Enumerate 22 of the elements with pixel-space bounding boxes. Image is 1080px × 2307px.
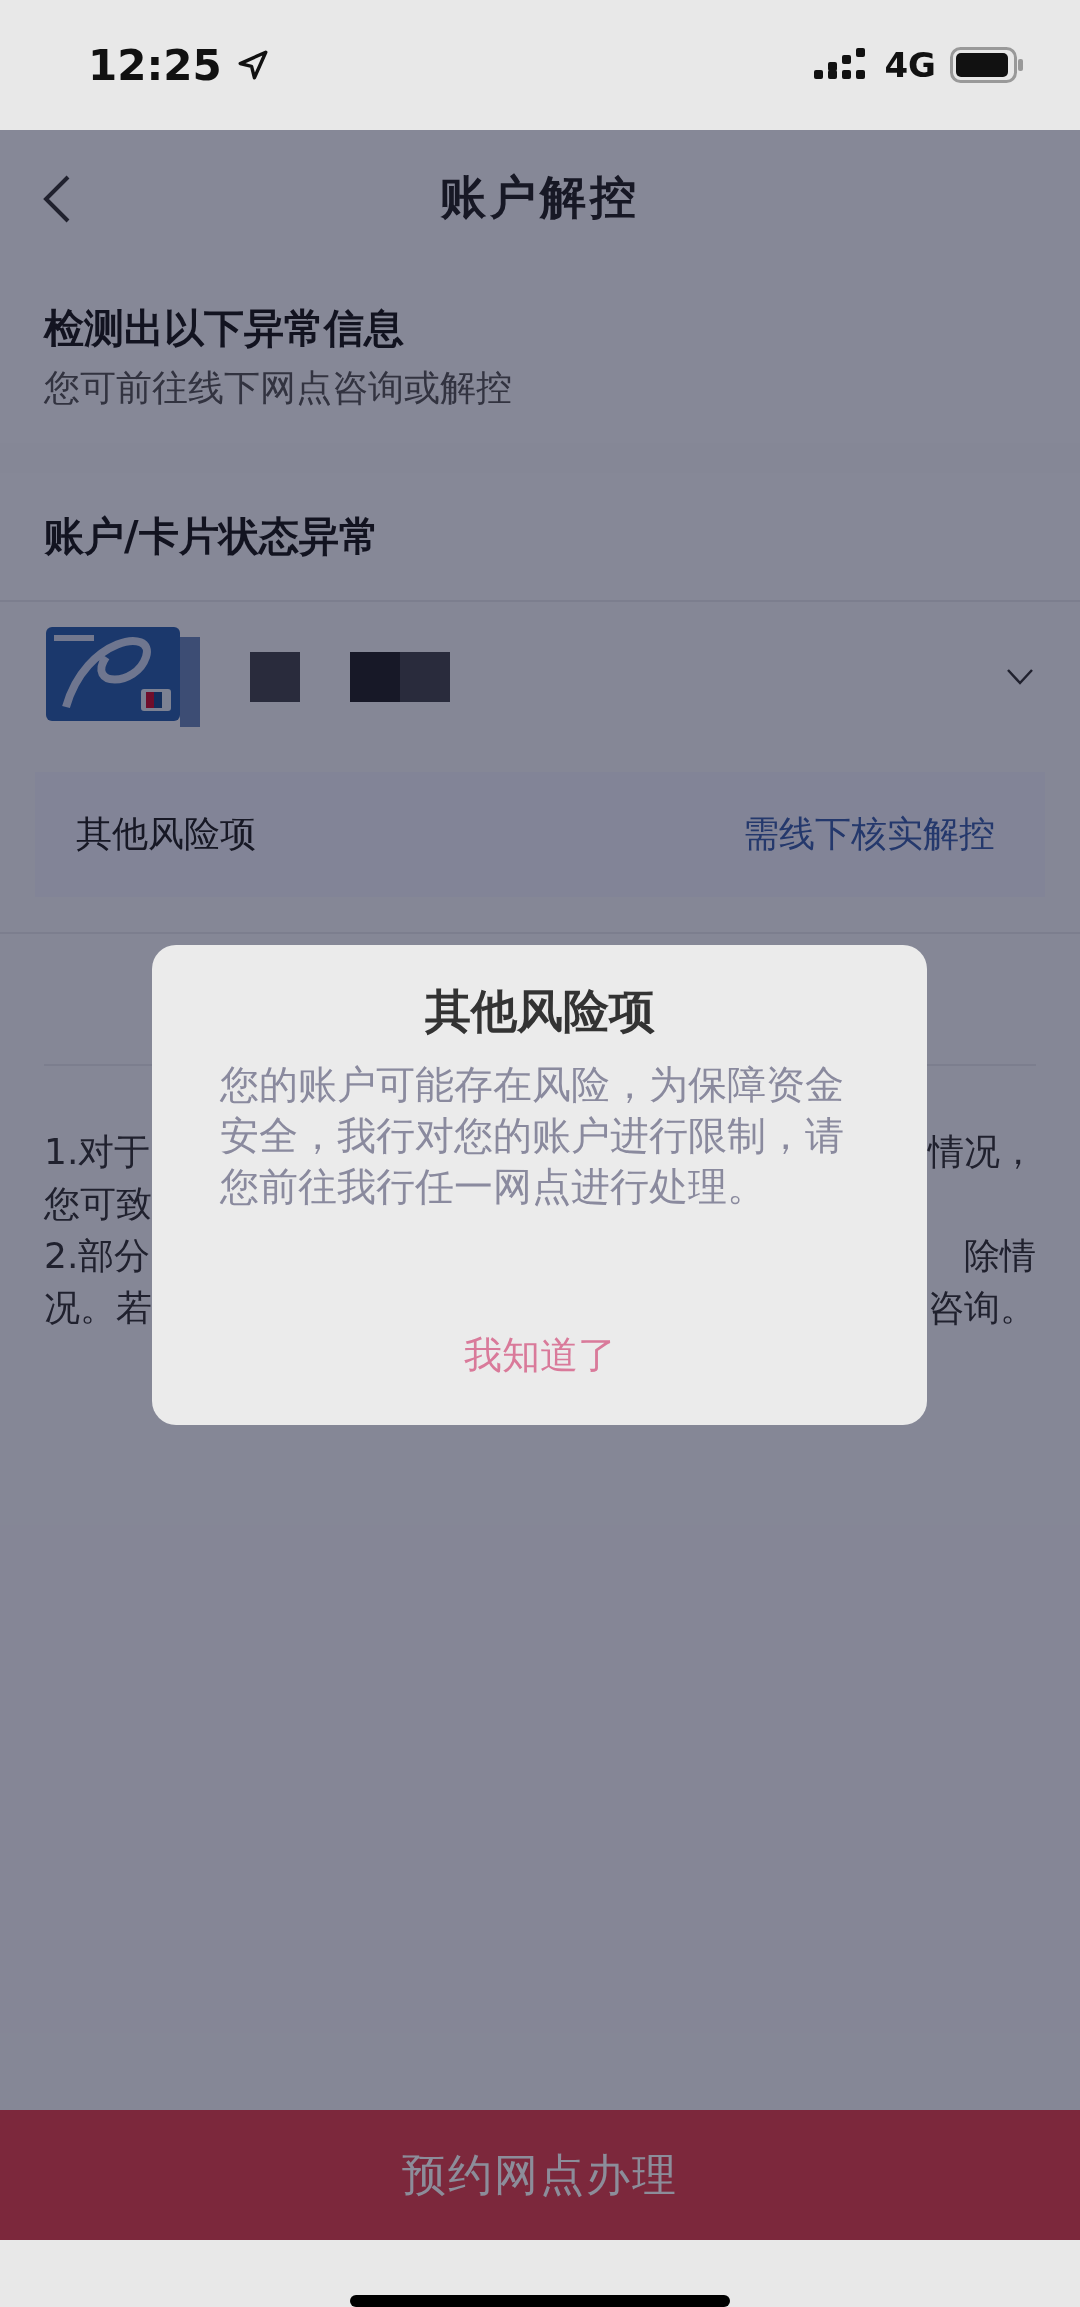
chevron-down-icon[interactable] (1006, 668, 1034, 686)
book-branch-button[interactable]: 预约网点办理 (0, 2110, 1080, 2240)
note-text: 咨询。 (928, 1286, 1036, 1330)
note-text: 情况， (928, 1130, 1036, 1174)
network-type: 4G (884, 45, 936, 85)
notice-title: 检测出以下异常信息 (44, 304, 405, 353)
dialog-message: 您的账户可能存在风险，为保障资金安全，我行对您的账户进行限制，请您前往我行任一网点进行处理。 (219, 1061, 845, 1211)
location-arrow-icon (235, 48, 270, 82)
status-time: 12:25 (88, 40, 222, 90)
risk-label: 其他风险项 (76, 812, 256, 856)
notice-subtitle: 您可前往线下网点咨询或解控 (44, 366, 513, 410)
dialog-confirm-button[interactable]: 我知道了 (443, 1322, 636, 1389)
dialog-title: 其他风险项 (424, 983, 655, 1040)
note-text: 除情 (964, 1234, 1036, 1278)
note-text: 2.部分 (44, 1234, 151, 1278)
note-text: 1.对于 (44, 1130, 151, 1174)
section-title: 账户/卡片状态异常 (44, 513, 379, 559)
note-text: 您可致 (44, 1182, 152, 1226)
battery-icon (950, 47, 1024, 83)
unlock-link[interactable]: 需线下核实解控 (743, 810, 995, 859)
note-text: 况。若 (44, 1286, 152, 1330)
page-title: 账户解控 (440, 168, 640, 226)
